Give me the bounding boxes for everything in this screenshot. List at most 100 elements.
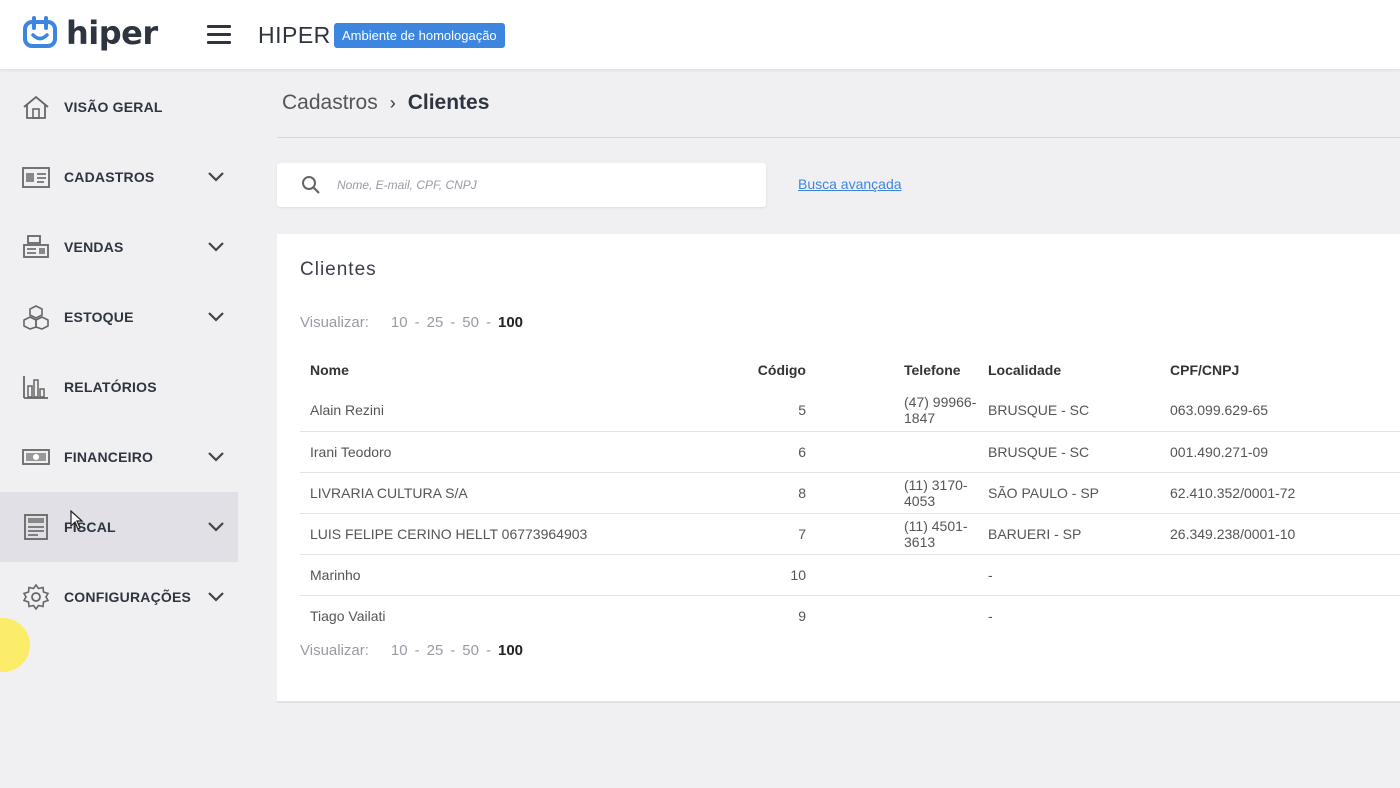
- cell-codigo: 6: [730, 431, 806, 473]
- cell-nome: Alain Rezini: [300, 390, 730, 432]
- sidebar-item-label: VENDAS: [64, 239, 124, 255]
- table-row[interactable]: Irani Teodoro 6 BRUSQUE - SC 001.490.271…: [300, 431, 1400, 473]
- page-size-option-selected[interactable]: 100: [498, 642, 523, 659]
- bar-chart-icon: [23, 376, 48, 399]
- sidebar-item-vendas[interactable]: VENDAS: [0, 212, 238, 282]
- menu-toggle-icon[interactable]: [207, 25, 231, 45]
- chevron-right-icon: ›: [389, 92, 396, 113]
- breadcrumb-parent[interactable]: Cadastros: [282, 91, 378, 115]
- table-row[interactable]: LUIS FELIPE CERINO HELLT 06773964903 7 (…: [300, 513, 1400, 555]
- mouse-pointer-icon: [70, 510, 84, 530]
- cell-nome: LUIS FELIPE CERINO HELLT 06773964903: [300, 513, 730, 555]
- gear-icon: [22, 584, 50, 610]
- page-size-option[interactable]: 10: [391, 642, 408, 659]
- cash-register-icon: [23, 235, 49, 258]
- sidebar-item-label: CONFIGURAÇÕES: [64, 589, 192, 605]
- chevron-down-icon: [208, 452, 224, 462]
- search-icon: [302, 176, 320, 194]
- clients-table: Nome Código Telefone Localidade CPF/CNPJ…: [300, 350, 1400, 636]
- cell-nome: Marinho: [300, 554, 730, 596]
- cell-nome: Irani Teodoro: [300, 431, 730, 473]
- search-box: [277, 163, 766, 207]
- sidebar-item-label: VISÃO GERAL: [64, 99, 163, 115]
- home-icon: [23, 95, 49, 119]
- cell-cpf-cnpj: [1170, 595, 1400, 636]
- search-input[interactable]: [337, 173, 747, 197]
- top-bar: hiper HIPER Ambiente de homologação: [0, 0, 1400, 70]
- app-name: HIPER: [258, 22, 331, 48]
- cell-nome: Tiago Vailati: [310, 607, 386, 624]
- cell-telefone: (11) 4501-3613: [806, 513, 988, 555]
- sidebar-item-fiscal[interactable]: FISCAL: [0, 492, 238, 562]
- sidebar-item-label: FINANCEIRO: [64, 449, 154, 465]
- chevron-down-icon: [208, 592, 224, 602]
- cell-codigo: 5: [730, 390, 806, 432]
- chevron-down-icon: [208, 242, 224, 252]
- cell-codigo: 8: [730, 472, 806, 514]
- table-row[interactable]: LIVRARIA CULTURA S/A 8 (11) 3170-4053 SÃ…: [300, 472, 1400, 514]
- sidebar-item-label: RELATÓRIOS: [64, 379, 157, 395]
- cell-codigo: 7: [730, 513, 806, 555]
- header-divider: [277, 137, 1400, 138]
- cell-nome: LIVRARIA CULTURA S/A: [300, 472, 730, 514]
- column-header-telefone[interactable]: Telefone: [806, 350, 988, 390]
- logo-icon: [23, 16, 57, 48]
- table-header-row: Nome Código Telefone Localidade CPF/CNPJ: [300, 350, 1400, 390]
- cell-cpf-cnpj: [1170, 554, 1400, 596]
- cell-localidade: BRUSQUE - SC: [988, 431, 1170, 473]
- table-row[interactable]: Alain Rezini 5 (47) 99966-1847 BRUSQUE -…: [300, 390, 1400, 432]
- page-size-option[interactable]: 50: [462, 314, 479, 331]
- cell-localidade: -: [988, 607, 993, 624]
- cell-telefone: [806, 595, 988, 636]
- page-size-option[interactable]: 25: [427, 314, 444, 331]
- page-size-option[interactable]: 50: [462, 642, 479, 659]
- cell-cpf-cnpj: 62.410.352/0001-72: [1170, 472, 1400, 514]
- page-size-option[interactable]: 10: [391, 314, 408, 331]
- page-size-option-selected[interactable]: 100: [498, 314, 523, 331]
- cell-localidade: BRUSQUE - SC: [988, 390, 1170, 432]
- sidebar-item-cadastros[interactable]: CADASTROS: [0, 142, 238, 212]
- cell-localidade: -: [988, 554, 1170, 596]
- cell-cpf-cnpj: 26.349.238/0001-10: [1170, 513, 1400, 555]
- cell-telefone: [806, 431, 988, 473]
- id-card-icon: [22, 167, 50, 188]
- cell-cpf-cnpj: 063.099.629-65: [1170, 390, 1400, 432]
- cell-localidade: SÃO PAULO - SP: [988, 472, 1170, 514]
- sidebar: VISÃO GERAL CADASTROS VENDAS ESTOQUE REL…: [0, 71, 238, 788]
- breadcrumb-current: Clientes: [407, 91, 490, 114]
- hiper-logo[interactable]: hiper: [22, 16, 158, 50]
- card-title: Clientes: [300, 259, 377, 280]
- cell-telefone: (47) 99966-1847: [806, 390, 988, 432]
- logo-text: hiper: [66, 14, 158, 52]
- money-icon: [22, 449, 50, 465]
- column-header-localidade[interactable]: Localidade: [988, 350, 1170, 390]
- column-header-nome[interactable]: Nome: [300, 350, 730, 390]
- chevron-down-icon: [208, 522, 224, 532]
- sidebar-item-configuracoes[interactable]: CONFIGURAÇÕES: [0, 562, 238, 632]
- cell-telefone: [806, 554, 988, 596]
- page-size-label: Visualizar:: [300, 314, 369, 331]
- sidebar-item-relatorios[interactable]: RELATÓRIOS: [0, 352, 238, 422]
- table-row[interactable]: Tiago Vailati 9 -: [300, 595, 1400, 636]
- table-row[interactable]: Marinho 10 -: [300, 554, 1400, 596]
- column-header-cpf-cnpj[interactable]: CPF/CNPJ: [1170, 350, 1400, 390]
- advanced-search-link[interactable]: Busca avançada: [798, 176, 902, 192]
- column-header-codigo[interactable]: Código: [730, 350, 806, 390]
- cell-codigo: 10: [730, 554, 806, 596]
- page-size-selector-bottom: Visualizar: 10 - 25 - 50 - 100: [300, 642, 524, 659]
- sidebar-item-financeiro[interactable]: FINANCEIRO: [0, 422, 238, 492]
- page-size-option[interactable]: 25: [427, 642, 444, 659]
- page-size-selector-top: Visualizar: 10 - 25 - 50 - 100: [300, 314, 524, 331]
- cell-localidade: BARUERI - SP: [988, 513, 1170, 555]
- cell-cpf-cnpj: 001.490.271-09: [1170, 431, 1400, 473]
- sidebar-item-visao-geral[interactable]: VISÃO GERAL: [0, 72, 238, 142]
- chevron-down-icon: [208, 312, 224, 322]
- sidebar-item-estoque[interactable]: ESTOQUE: [0, 282, 238, 352]
- clients-card: Clientes Visualizar: 10 - 25 - 50 - 100 …: [277, 234, 1400, 703]
- sidebar-item-label: CADASTROS: [64, 169, 155, 185]
- sidebar-item-label: ESTOQUE: [64, 309, 134, 325]
- breadcrumb: Cadastros › Clientes: [282, 91, 489, 115]
- page-size-label: Visualizar:: [300, 642, 369, 659]
- cell-codigo: 9: [798, 607, 806, 624]
- document-icon: [24, 514, 48, 540]
